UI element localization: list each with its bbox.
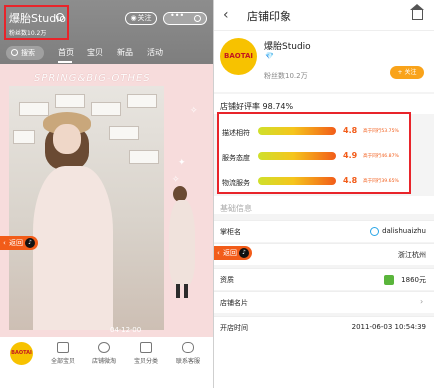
eye-icon — [98, 342, 110, 353]
banner-date: 04·12·00 — [110, 326, 142, 334]
shop-card-row[interactable]: 店铺名片 — [214, 291, 434, 313]
active-tab-indicator — [58, 61, 72, 63]
metric-bar — [258, 177, 336, 185]
diamond-badge-icon: 💎 — [265, 52, 274, 60]
location-value: 浙江杭州 — [398, 251, 426, 259]
qualification-row[interactable]: 资质 1860元 — [214, 268, 434, 290]
banner-title: SPRING&BIG-OTHES — [34, 73, 151, 84]
deposit-icon — [384, 275, 394, 285]
tab-home[interactable]: 首页 — [58, 46, 74, 60]
back-label: 返回 — [9, 239, 23, 247]
chevron-right-icon[interactable]: › — [420, 297, 423, 306]
metric-compare: 高于同行53.75% — [363, 129, 399, 134]
search-button[interactable]: 搜索 — [6, 46, 44, 60]
back-floating-button[interactable]: ‹ 返回 ♪ — [0, 236, 38, 250]
fans-count: 粉丝数10.2万 — [264, 72, 308, 80]
opened-row: 开店时间 2011-06-03 10:54:39 — [214, 316, 434, 388]
owner-value: dalishuaizhu — [382, 227, 426, 235]
metric-compare: 高于同行46.87% — [363, 154, 399, 159]
metric-row: 服务态度 4.9 高于同行46.87% — [219, 147, 413, 167]
home-icon[interactable] — [410, 4, 424, 20]
eye-icon: ◉ — [130, 14, 137, 22]
bottom-tab-categories[interactable]: 宝贝分类 — [126, 342, 166, 365]
bottom-tab-contact[interactable]: 联系客服 — [168, 342, 208, 365]
metric-label: 物流服务 — [222, 179, 250, 187]
back-arrow-icon[interactable]: ‹ — [223, 7, 229, 23]
metric-label: 服务态度 — [222, 154, 250, 162]
back-label: 返回 — [223, 249, 237, 257]
fans-count: 粉丝数10.2万 — [9, 30, 47, 37]
metric-row: 物流服务 4.8 高于同行39.65% — [219, 172, 413, 192]
shop-home-panel: 爆胎Studio 粉丝数10.2万 ◉关注 ••• 搜索 首页 宝贝 新品 活动… — [0, 0, 213, 388]
qualification-value: 1860元 — [401, 276, 426, 284]
close-circle-icon[interactable] — [194, 15, 201, 22]
info-icon[interactable] — [56, 13, 64, 21]
bottom-tab-all-products[interactable]: 全部宝贝 — [43, 342, 83, 365]
sparkle-icon: ✧ — [172, 175, 180, 185]
tab-products[interactable]: 宝贝 — [87, 46, 103, 60]
opened-value: 2011-06-03 10:54:39 — [351, 323, 426, 331]
model-photo-small[interactable] — [159, 182, 203, 302]
tiktok-icon: ♪ — [25, 238, 35, 248]
metric-bar — [258, 127, 336, 135]
sparkle-icon: ✦ — [178, 158, 186, 168]
basic-info-title: 基础信息 — [220, 204, 252, 213]
metric-label: 描述相符 — [222, 129, 250, 137]
bag-icon — [57, 342, 69, 353]
search-icon — [11, 49, 18, 56]
chat-icon — [182, 342, 194, 353]
bottom-tab-label: 店铺微淘 — [91, 358, 116, 365]
shop-card-label: 店铺名片 — [220, 299, 248, 307]
model-photo[interactable] — [9, 86, 164, 330]
bottom-tab-label: 宝贝分类 — [133, 358, 158, 365]
follow-label: 关注 — [137, 14, 152, 22]
owner-label: 掌柜名 — [220, 228, 241, 236]
bottom-tab-label: 全部宝贝 — [50, 358, 75, 365]
metric-score: 4.8 — [343, 176, 358, 185]
bottom-tab-label: 联系客服 — [175, 358, 200, 365]
more-menu-button[interactable]: ••• — [163, 10, 207, 25]
qualification-label: 资质 — [220, 276, 234, 284]
sparkle-icon: ✧ — [190, 106, 198, 116]
shop-rating: 店铺好评率 98.74% — [220, 102, 294, 111]
shop-logo[interactable]: BAOTAI — [10, 342, 33, 365]
tab-events[interactable]: 活动 — [147, 46, 163, 60]
metric-row: 描述相符 4.8 高于同行53.75% — [219, 122, 413, 142]
follow-button[interactable]: + 关注 — [390, 66, 424, 79]
metrics-highlight: 描述相符 4.8 高于同行53.75% 服务态度 4.9 高于同行46.87% … — [217, 112, 411, 194]
metric-score: 4.9 — [343, 151, 358, 160]
opened-label: 开店时间 — [220, 324, 248, 332]
screenshot-root: 爆胎Studio 粉丝数10.2万 ◉关注 ••• 搜索 首页 宝贝 新品 活动… — [0, 0, 434, 388]
metric-score: 4.8 — [343, 126, 358, 135]
tiktok-icon: ♪ — [239, 248, 249, 258]
shop-impression-panel: ‹ 店铺印象 BAOTAI 爆胎Studio 💎 粉丝数10.2万 + 关注 店… — [214, 0, 434, 388]
back-chevron-icon: ‹ — [217, 249, 220, 257]
tab-new[interactable]: 新品 — [117, 46, 133, 60]
more-dots-icon[interactable]: ••• — [170, 10, 184, 21]
shop-logo[interactable]: BAOTAI — [220, 38, 257, 75]
metric-compare: 高于同行39.65% — [363, 179, 399, 184]
back-chevron-icon: ‹ — [3, 239, 6, 247]
back-floating-button[interactable]: ‹ 返回 ♪ — [214, 246, 252, 260]
shop-name: 爆胎Studio — [264, 42, 311, 52]
page-title: 店铺印象 — [247, 10, 291, 23]
follow-button[interactable]: ◉关注 — [125, 12, 157, 25]
chat-icon[interactable] — [370, 227, 379, 236]
grid-icon — [140, 342, 152, 353]
bottom-tab-shop-feed[interactable]: 店铺微淘 — [84, 342, 124, 365]
owner-row[interactable]: 掌柜名 dalishuaizhu — [214, 220, 434, 242]
metric-bar — [258, 152, 336, 160]
search-label: 搜索 — [21, 49, 35, 57]
